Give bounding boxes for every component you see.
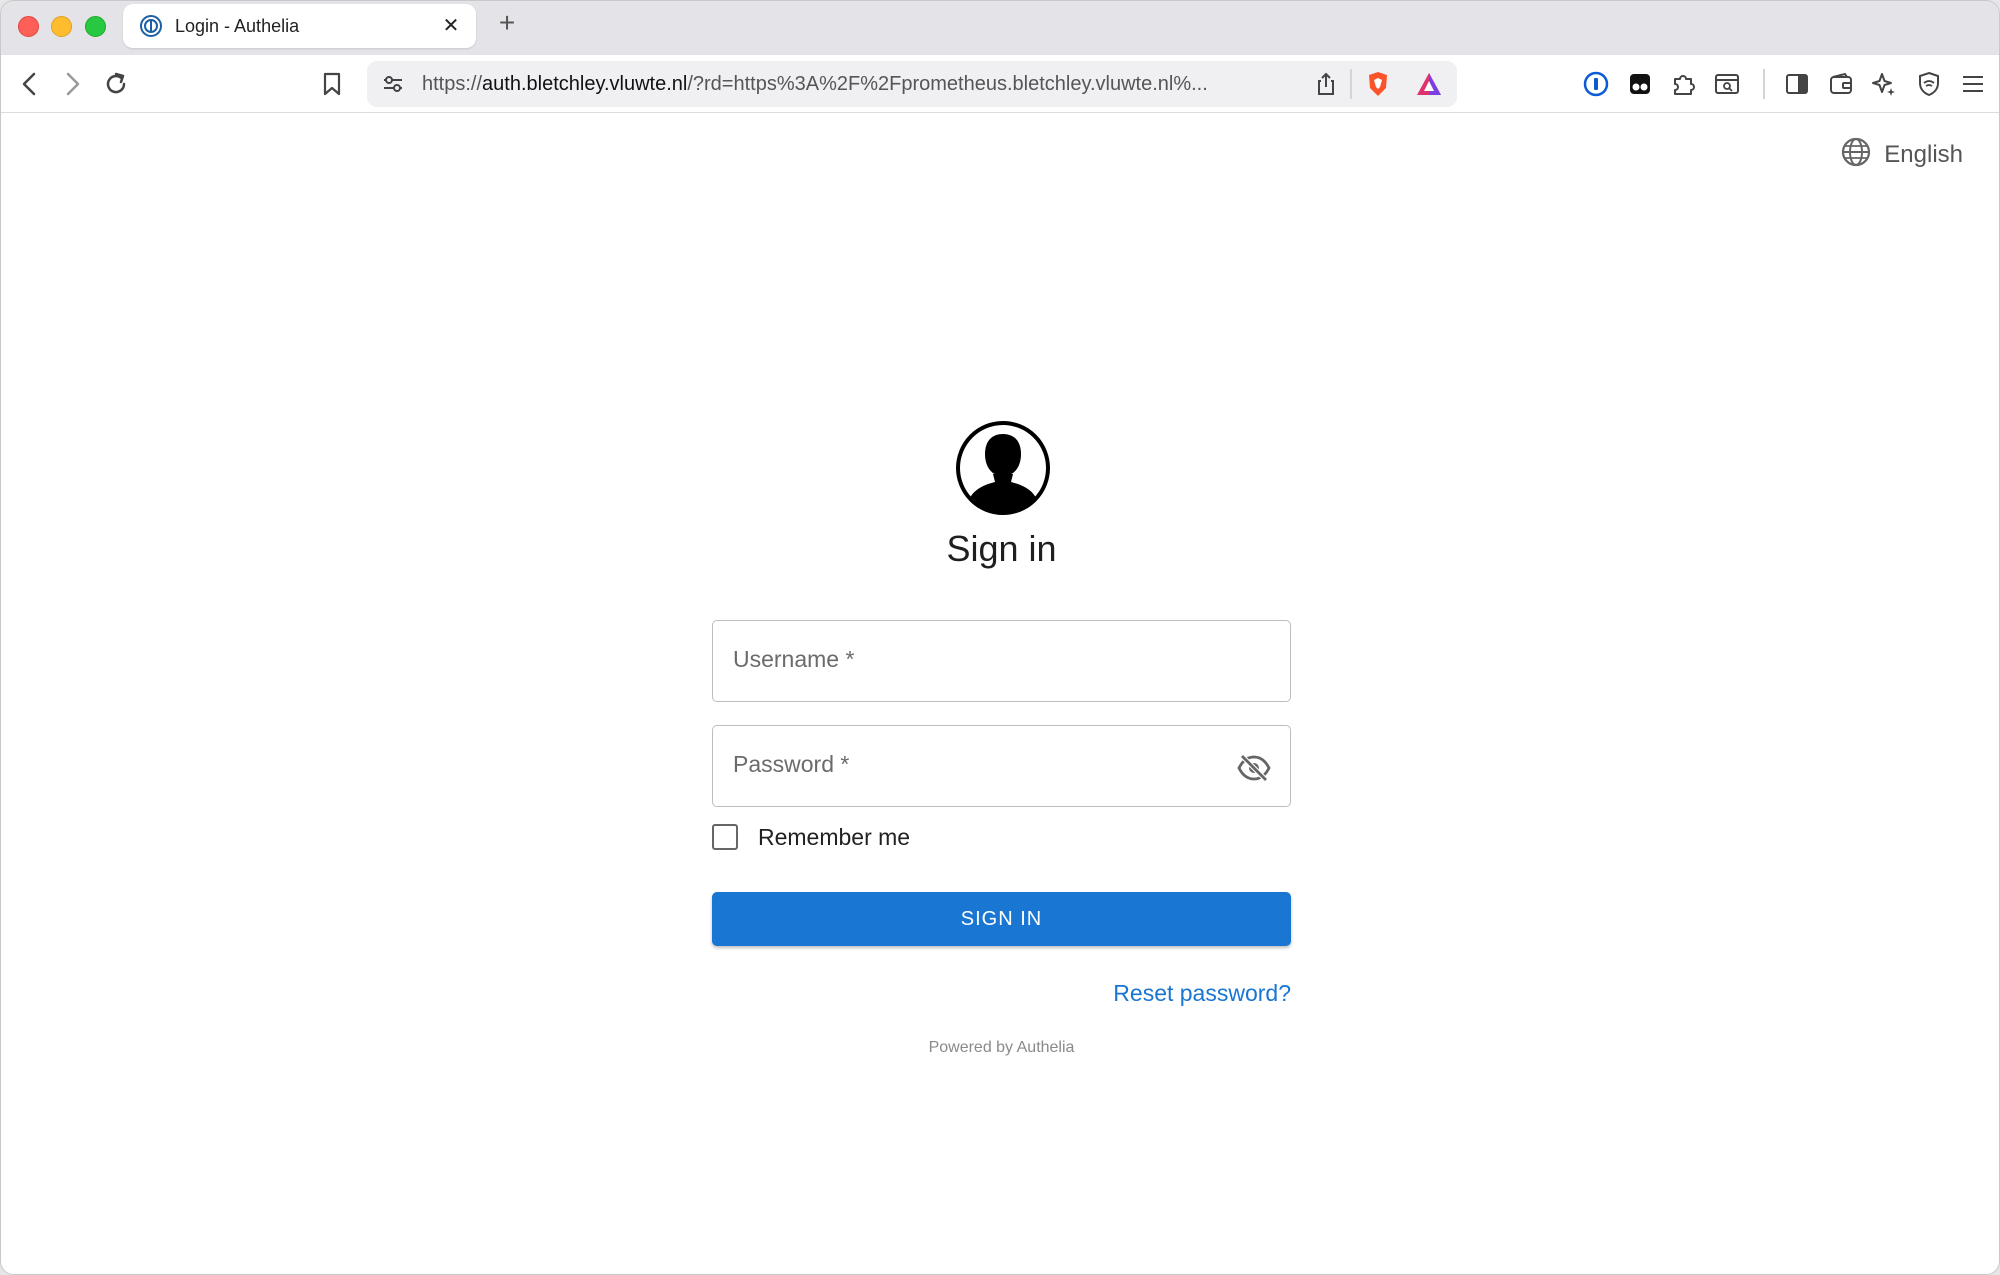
forward-icon[interactable]	[57, 69, 87, 99]
tab-active[interactable]: Login - Authelia ✕	[123, 4, 476, 48]
brave-shields-icon[interactable]	[1365, 70, 1391, 103]
reload-icon[interactable]	[101, 69, 131, 99]
url-text[interactable]: https://auth.bletchley.vluwte.nl/?rd=htt…	[422, 73, 1302, 96]
password-field[interactable]: Password *	[712, 725, 1291, 807]
tab-close-icon[interactable]: ✕	[440, 15, 462, 37]
powered-by-text: Powered by Authelia	[928, 1039, 1075, 1056]
globe-icon	[1840, 136, 1872, 175]
sign-in-button[interactable]: SIGN IN	[712, 892, 1291, 946]
language-selector[interactable]: English	[1840, 136, 1963, 175]
puzzle-icon[interactable]	[1669, 69, 1699, 99]
tab-search-icon[interactable]	[1712, 69, 1742, 99]
maximize-window-button[interactable]	[85, 16, 106, 37]
back-icon[interactable]	[15, 69, 45, 99]
extension-icon[interactable]	[1625, 69, 1655, 99]
username-field[interactable]: Username *	[712, 620, 1291, 702]
page-title: Sign in	[946, 528, 1057, 569]
tab-title: Login - Authelia	[175, 16, 300, 36]
browser-toolbar: https://auth.bletchley.vluwte.nl/?rd=htt…	[1, 55, 1999, 113]
brave-rewards-icon[interactable]	[1415, 71, 1443, 102]
language-label: English	[1884, 141, 1963, 168]
minimize-window-button[interactable]	[51, 16, 72, 37]
close-window-button[interactable]	[18, 16, 39, 37]
username-label: Username *	[733, 646, 855, 672]
password-label: Password *	[733, 751, 850, 777]
url-host: auth.bletchley.vluwte.nl	[482, 73, 688, 95]
leo-ai-icon[interactable]	[1869, 69, 1899, 99]
avatar-icon	[955, 420, 1051, 516]
eye-off-icon[interactable]	[1236, 750, 1272, 786]
onepassword-icon[interactable]	[1581, 69, 1611, 99]
remember-me-checkbox[interactable]	[712, 824, 738, 850]
new-tab-button[interactable]: +	[495, 9, 519, 37]
site-settings-icon[interactable]	[381, 73, 405, 100]
url-path: /?rd=https%3A%2F%2Fprometheus.bletchley.…	[687, 73, 1208, 95]
share-icon[interactable]	[1315, 71, 1337, 102]
sidebar-icon[interactable]	[1782, 69, 1812, 99]
remember-me[interactable]: Remember me	[712, 821, 910, 853]
page-content: English Sign in Username * Password * Re…	[1, 114, 1999, 1274]
bookmark-icon[interactable]	[317, 69, 347, 99]
tab-strip: Login - Authelia ✕ +	[1, 1, 1999, 55]
reset-password-link[interactable]: Reset password?	[1113, 980, 1291, 1007]
browser-window: Login - Authelia ✕ + https://auth.bletch…	[0, 0, 2000, 1275]
remember-me-label: Remember me	[758, 823, 911, 850]
vpn-shield-icon[interactable]	[1914, 69, 1944, 99]
toolbar-divider	[1763, 69, 1765, 99]
url-scheme: https://	[422, 73, 483, 95]
authelia-favicon-icon	[139, 14, 163, 38]
menu-icon[interactable]	[1958, 69, 1988, 99]
url-divider	[1350, 69, 1352, 99]
wallet-icon[interactable]	[1826, 69, 1856, 99]
address-bar[interactable]: https://auth.bletchley.vluwte.nl/?rd=htt…	[367, 61, 1457, 107]
